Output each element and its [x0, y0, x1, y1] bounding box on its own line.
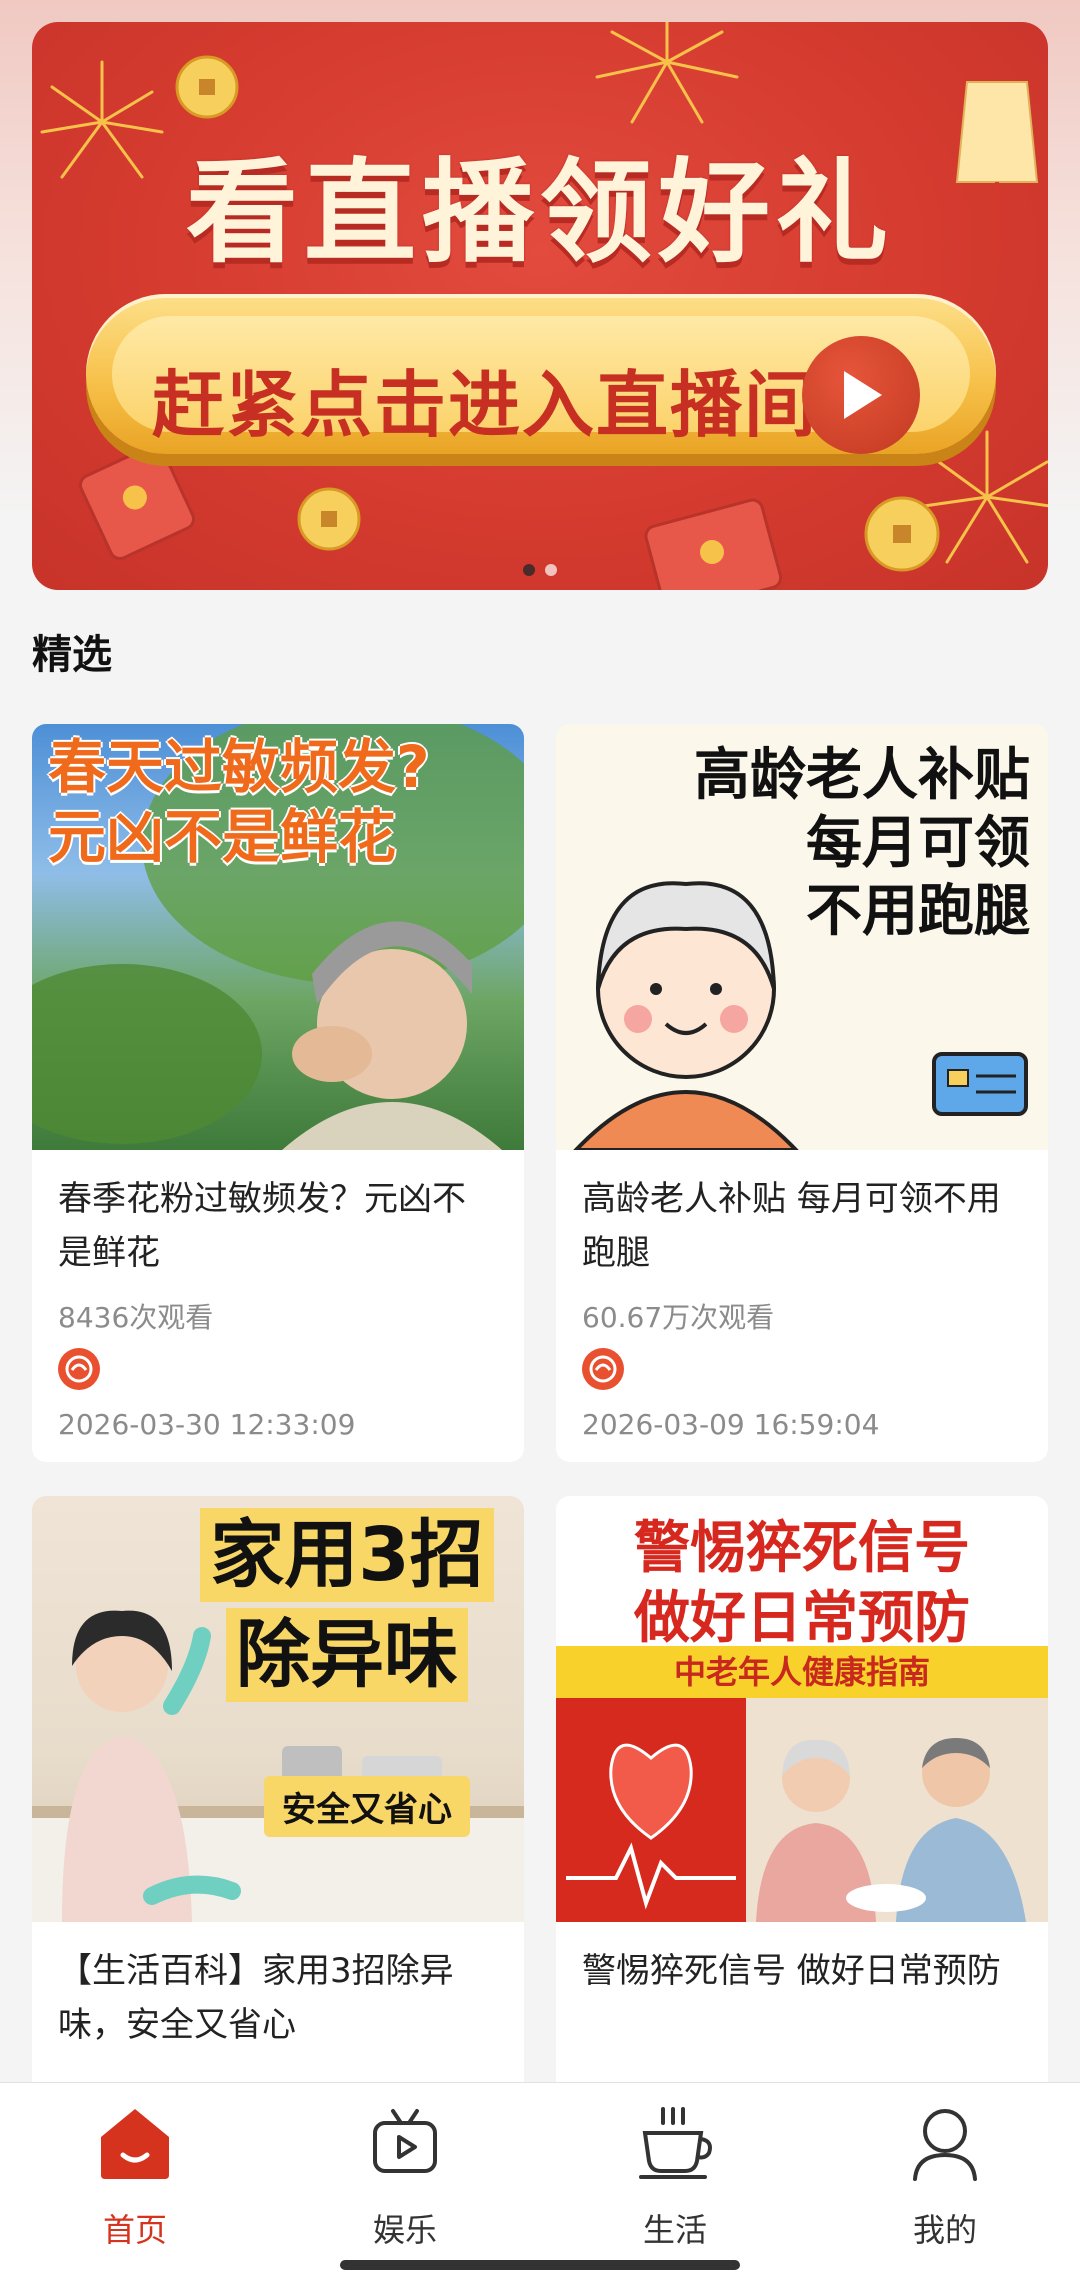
- thumbnail-headline: 警惕猝死信号 做好日常预防: [556, 1514, 1048, 1654]
- thumbnail-headline: 高龄老人补贴 每月可领 不用跑腿: [694, 742, 1030, 946]
- firework-decoration: [595, 22, 739, 124]
- carousel-dot[interactable]: [545, 564, 557, 576]
- video-card[interactable]: 高龄老人补贴 每月可领 不用跑腿 高龄老人补贴 每月可领不用跑腿 60.67万次…: [556, 724, 1048, 1462]
- nav-item-home[interactable]: 首页: [45, 2103, 225, 2251]
- thumbnail-headline: 春天过敏频发? 元凶不是鲜花: [48, 732, 430, 872]
- nav-label: 生活: [642, 2211, 707, 2249]
- thumbnail-headline-line1: 春天过敏频发?: [48, 733, 430, 801]
- banner-title: 看直播领好礼: [186, 148, 894, 278]
- section-title: 精选: [32, 622, 112, 680]
- video-title[interactable]: 【生活百科】家用3招除异味，安全又省心: [58, 1944, 498, 2052]
- thumbnail-headline-line3: 不用跑腿: [806, 879, 1030, 944]
- cup-icon: [635, 2103, 715, 2183]
- nav-item-me[interactable]: 我的: [855, 2103, 1035, 2251]
- coin-icon: [175, 55, 239, 119]
- video-thumbnail[interactable]: 警惕猝死信号 做好日常预防 中老年人健康指南: [556, 1496, 1048, 1922]
- home-indicator[interactable]: [340, 2260, 740, 2270]
- video-title[interactable]: 警惕猝死信号 做好日常预防: [582, 1944, 1022, 1998]
- home-icon: [95, 2103, 175, 2183]
- thumbnail-headline-line2: 元凶不是鲜花: [48, 803, 397, 871]
- thumbnail-headline: 家用3招 除异味: [182, 1508, 512, 1702]
- publish-date: 2026-03-09 16:59:04: [582, 1408, 880, 1441]
- play-triangle-icon: [844, 371, 882, 419]
- video-title[interactable]: 春季花粉过敏频发？元凶不是鲜花: [58, 1172, 498, 1280]
- user-icon: [905, 2103, 985, 2183]
- source-logo-icon: [58, 1348, 100, 1390]
- view-count: 60.67万次观看: [582, 1301, 775, 1334]
- enter-live-room-button[interactable]: 赶紧点击进入直播间: [86, 294, 996, 454]
- thumbnail-headline-line2: 做好日常预防: [634, 1586, 970, 1651]
- thumbnail-headline-line1: 家用3招: [200, 1508, 494, 1602]
- thumbnail-tag: 安全又省心: [264, 1776, 470, 1837]
- cta-inner: 赶紧点击进入直播间: [112, 316, 970, 454]
- video-thumbnail[interactable]: 春天过敏频发? 元凶不是鲜花: [32, 724, 524, 1150]
- video-thumbnail[interactable]: 高龄老人补贴 每月可领 不用跑腿: [556, 724, 1048, 1150]
- nav-item-entertainment[interactable]: 娱乐: [315, 2103, 495, 2251]
- thumbnail-headline-line2: 除异味: [226, 1608, 468, 1702]
- red-envelope-icon: [78, 443, 196, 561]
- thumbnail-headline-line1: 警惕猝死信号: [634, 1516, 970, 1581]
- thumbnail-headline-line2: 每月可领: [806, 811, 1030, 876]
- tv-icon: [365, 2103, 445, 2183]
- video-card[interactable]: 春天过敏频发? 元凶不是鲜花 春季花粉过敏频发？元凶不是鲜花 8436次观看 2…: [32, 724, 524, 1462]
- nav-item-life[interactable]: 生活: [585, 2103, 765, 2251]
- live-promo-banner[interactable]: 看直播领好礼 赶紧点击进入直播间: [32, 22, 1048, 590]
- nav-label: 娱乐: [372, 2211, 437, 2249]
- carousel-dot[interactable]: [523, 564, 535, 576]
- video-title[interactable]: 高龄老人补贴 每月可领不用跑腿: [582, 1172, 1022, 1280]
- nav-label: 我的: [912, 2211, 977, 2249]
- nav-label: 首页: [102, 2211, 167, 2249]
- view-count: 8436次观看: [58, 1301, 214, 1334]
- source-logo-icon: [582, 1348, 624, 1390]
- section-title-text: 精选: [32, 632, 112, 678]
- thumbnail-headline-line1: 高龄老人补贴: [694, 743, 1030, 808]
- coin-icon: [297, 487, 361, 551]
- video-card[interactable]: 警惕猝死信号 做好日常预防 中老年人健康指南 警惕猝死信号 做好日常预防: [556, 1496, 1048, 2136]
- video-card[interactable]: 家用3招 除异味 安全又省心 【生活百科】家用3招除异味，安全又省心: [32, 1496, 524, 2136]
- thumbnail-band: 中老年人健康指南: [556, 1646, 1048, 1698]
- cta-label: 赶紧点击进入直播间: [152, 363, 819, 447]
- thumbnail-illustration: [556, 1698, 1048, 1922]
- video-thumbnail[interactable]: 家用3招 除异味 安全又省心: [32, 1496, 524, 1922]
- play-icon[interactable]: [802, 336, 920, 454]
- carousel-indicator: [32, 564, 1048, 576]
- publish-date: 2026-03-30 12:33:09: [58, 1408, 356, 1441]
